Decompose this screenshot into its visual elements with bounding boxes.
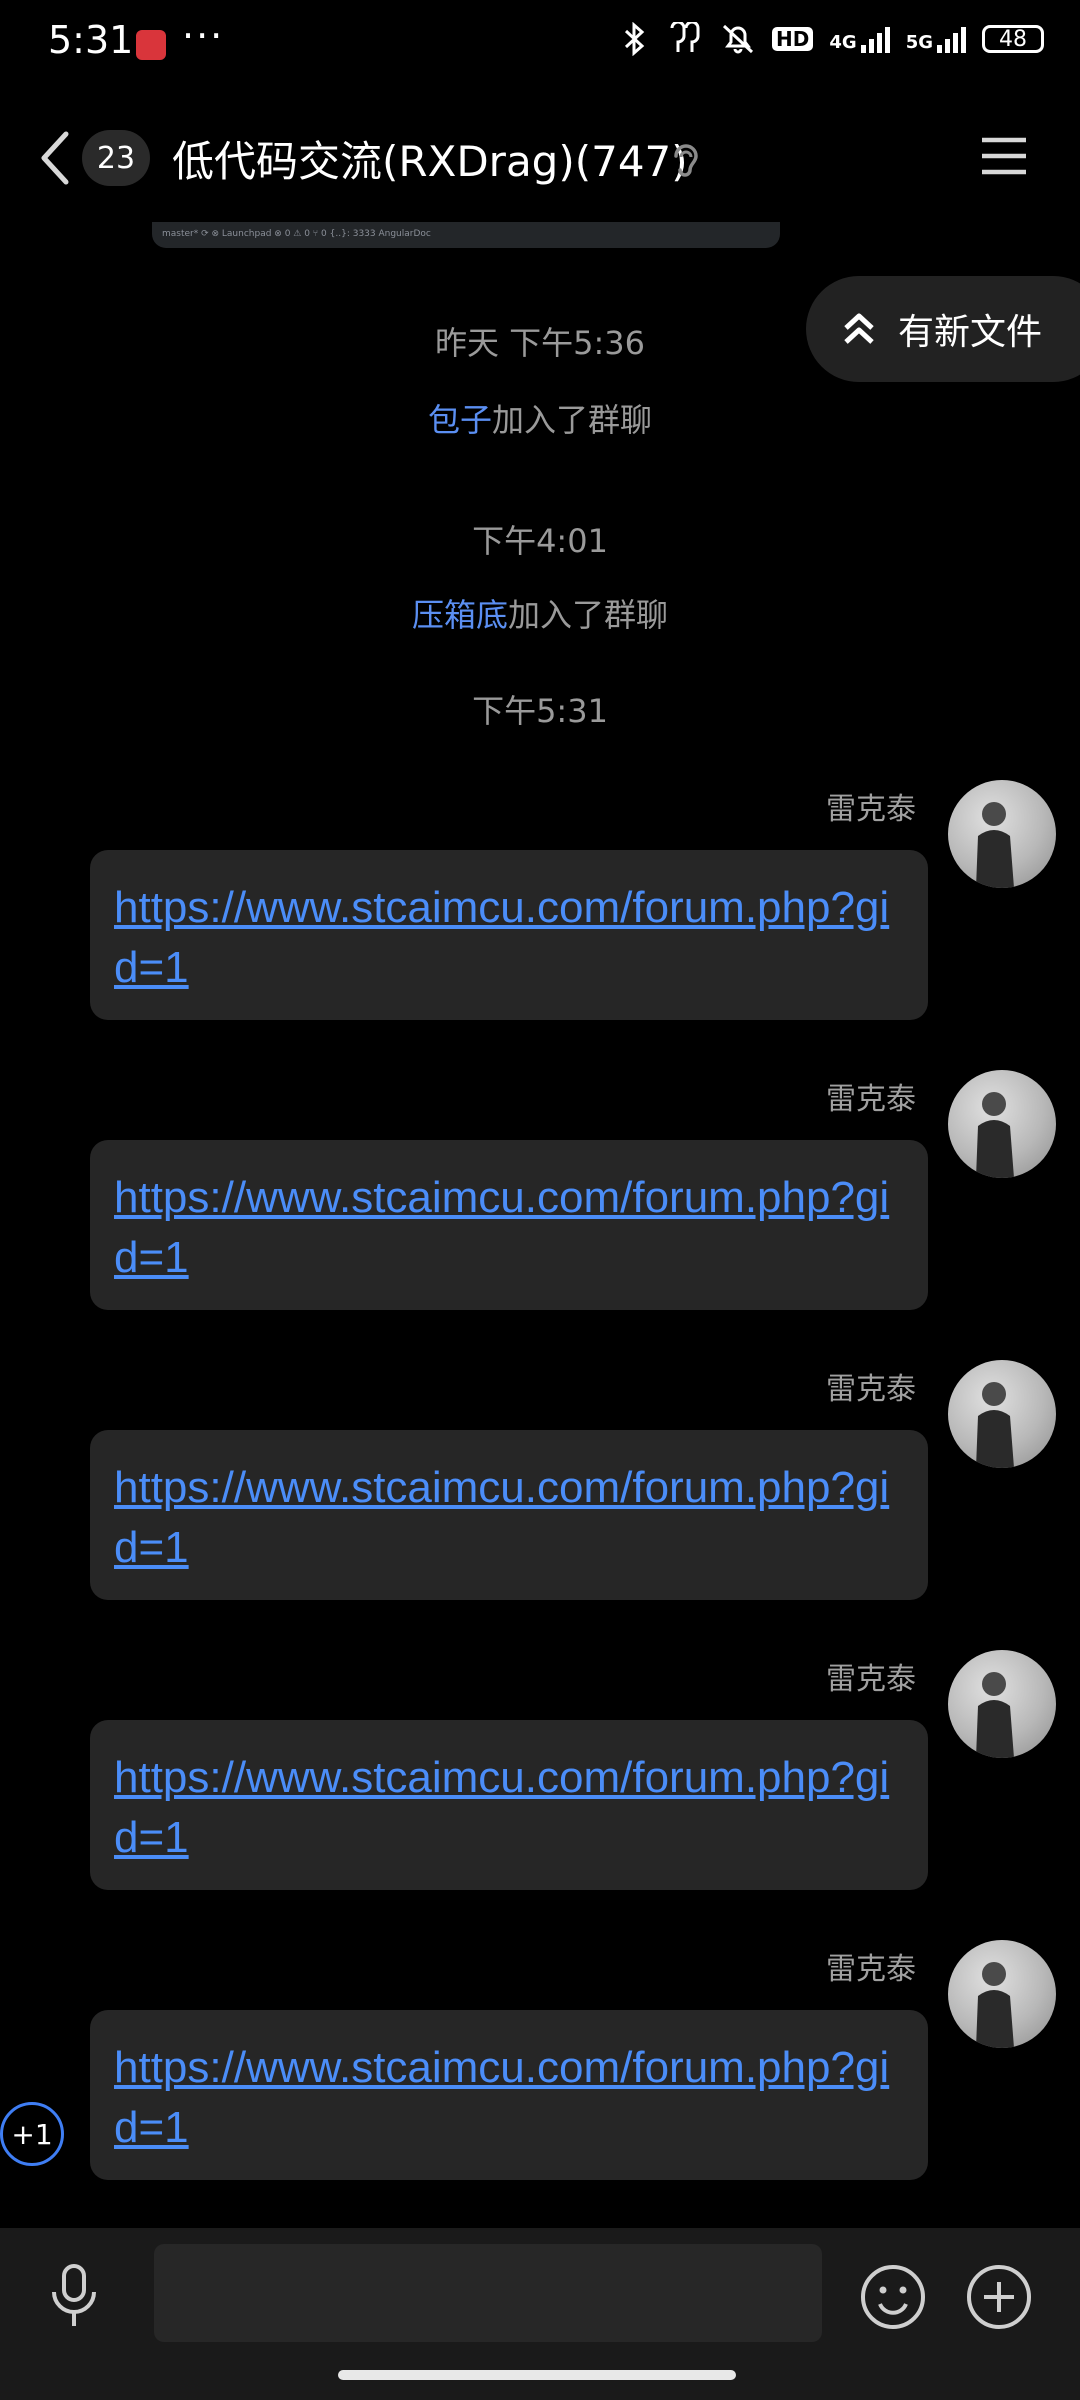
join-text: 加入了群聊 bbox=[508, 596, 669, 634]
avatar-figure-icon bbox=[976, 802, 1014, 888]
plus-one-button[interactable]: +1 bbox=[0, 2102, 64, 2166]
menu-icon[interactable] bbox=[980, 136, 1028, 176]
signal-5g: 5G bbox=[906, 25, 966, 53]
avatar[interactable] bbox=[948, 1070, 1056, 1178]
avatar[interactable] bbox=[948, 1940, 1056, 2048]
joined-member-name[interactable]: 包子 bbox=[428, 401, 492, 439]
message-bubble[interactable]: https://www.stcaimcu.com/forum.php?gid=1 bbox=[90, 1720, 928, 1890]
net-4g-label: 4G bbox=[829, 32, 857, 53]
avatar[interactable] bbox=[948, 1650, 1056, 1758]
message-bubble[interactable]: https://www.stcaimcu.com/forum.php?gid=1 bbox=[90, 850, 928, 1020]
join-text: 加入了群聊 bbox=[492, 401, 653, 439]
sender-name[interactable]: 雷克泰 bbox=[826, 1944, 916, 1988]
sender-name[interactable]: 雷克泰 bbox=[826, 784, 916, 828]
earbuds-icon bbox=[670, 22, 700, 52]
more-notifications-indicator: ··· bbox=[182, 14, 225, 58]
message-link[interactable]: https://www.stcaimcu.com/forum.php?gid=1 bbox=[114, 1458, 904, 1578]
avatar-figure-icon bbox=[976, 1962, 1014, 2048]
sender-name[interactable]: 雷克泰 bbox=[826, 1654, 916, 1698]
message-link[interactable]: https://www.stcaimcu.com/forum.php?gid=1 bbox=[114, 2038, 904, 2158]
avatar[interactable] bbox=[948, 1360, 1056, 1468]
timestamp: 下午5:31 bbox=[472, 692, 608, 730]
status-time: 5:31 bbox=[48, 18, 134, 62]
image-message-preview[interactable]: master* ⟳ ⊗ Launchpad ⊗ 0 ⚠ 0 ⑂ 0 {..}: … bbox=[152, 222, 780, 248]
signal-4g: 4G bbox=[829, 25, 890, 53]
hd-badge: HD bbox=[772, 27, 814, 51]
message-bubble[interactable]: https://www.stcaimcu.com/forum.php?gid=1 bbox=[90, 1430, 928, 1600]
message-bubble[interactable]: https://www.stcaimcu.com/forum.php?gid=1 bbox=[90, 1140, 928, 1310]
sender-name[interactable]: 雷克泰 bbox=[826, 1364, 916, 1408]
app-notification-icon bbox=[136, 30, 166, 60]
avatar-figure-icon bbox=[976, 1382, 1014, 1468]
mic-icon[interactable] bbox=[46, 2262, 102, 2330]
unread-count-badge[interactable]: 23 bbox=[82, 130, 150, 186]
emoji-icon[interactable] bbox=[858, 2262, 928, 2332]
sender-name[interactable]: 雷克泰 bbox=[826, 1074, 916, 1118]
system-join-message: 包子加入了群聊 bbox=[0, 395, 1080, 441]
battery-indicator: 48 bbox=[982, 25, 1044, 53]
ear-icon[interactable] bbox=[668, 140, 702, 180]
joined-member-name[interactable]: 压箱底 bbox=[412, 596, 508, 634]
status-icons: HD 4G 5G 48 bbox=[622, 22, 1044, 56]
system-join-message: 压箱底加入了群聊 bbox=[0, 590, 1080, 636]
message-input[interactable] bbox=[154, 2244, 822, 2342]
avatar-figure-icon bbox=[976, 1092, 1014, 1178]
group-title[interactable]: 低代码交流(RXDrag)(747) bbox=[172, 128, 688, 189]
timestamp: 昨天 下午5:36 bbox=[434, 324, 646, 362]
timestamp: 下午4:01 bbox=[472, 522, 608, 560]
message-link[interactable]: https://www.stcaimcu.com/forum.php?gid=1 bbox=[114, 1168, 904, 1288]
message-link[interactable]: https://www.stcaimcu.com/forum.php?gid=1 bbox=[114, 1748, 904, 1868]
avatar[interactable] bbox=[948, 780, 1056, 888]
net-5g-label: 5G bbox=[905, 32, 933, 53]
mute-bell-icon bbox=[723, 24, 754, 54]
avatar-figure-icon bbox=[976, 1672, 1014, 1758]
back-chevron-icon[interactable] bbox=[36, 130, 76, 186]
plus-icon[interactable] bbox=[964, 2262, 1034, 2332]
home-indicator[interactable] bbox=[338, 2370, 736, 2380]
message-link[interactable]: https://www.stcaimcu.com/forum.php?gid=1 bbox=[114, 878, 904, 998]
message-bubble[interactable]: https://www.stcaimcu.com/forum.php?gid=1 bbox=[90, 2010, 928, 2180]
bluetooth-icon bbox=[625, 22, 645, 56]
